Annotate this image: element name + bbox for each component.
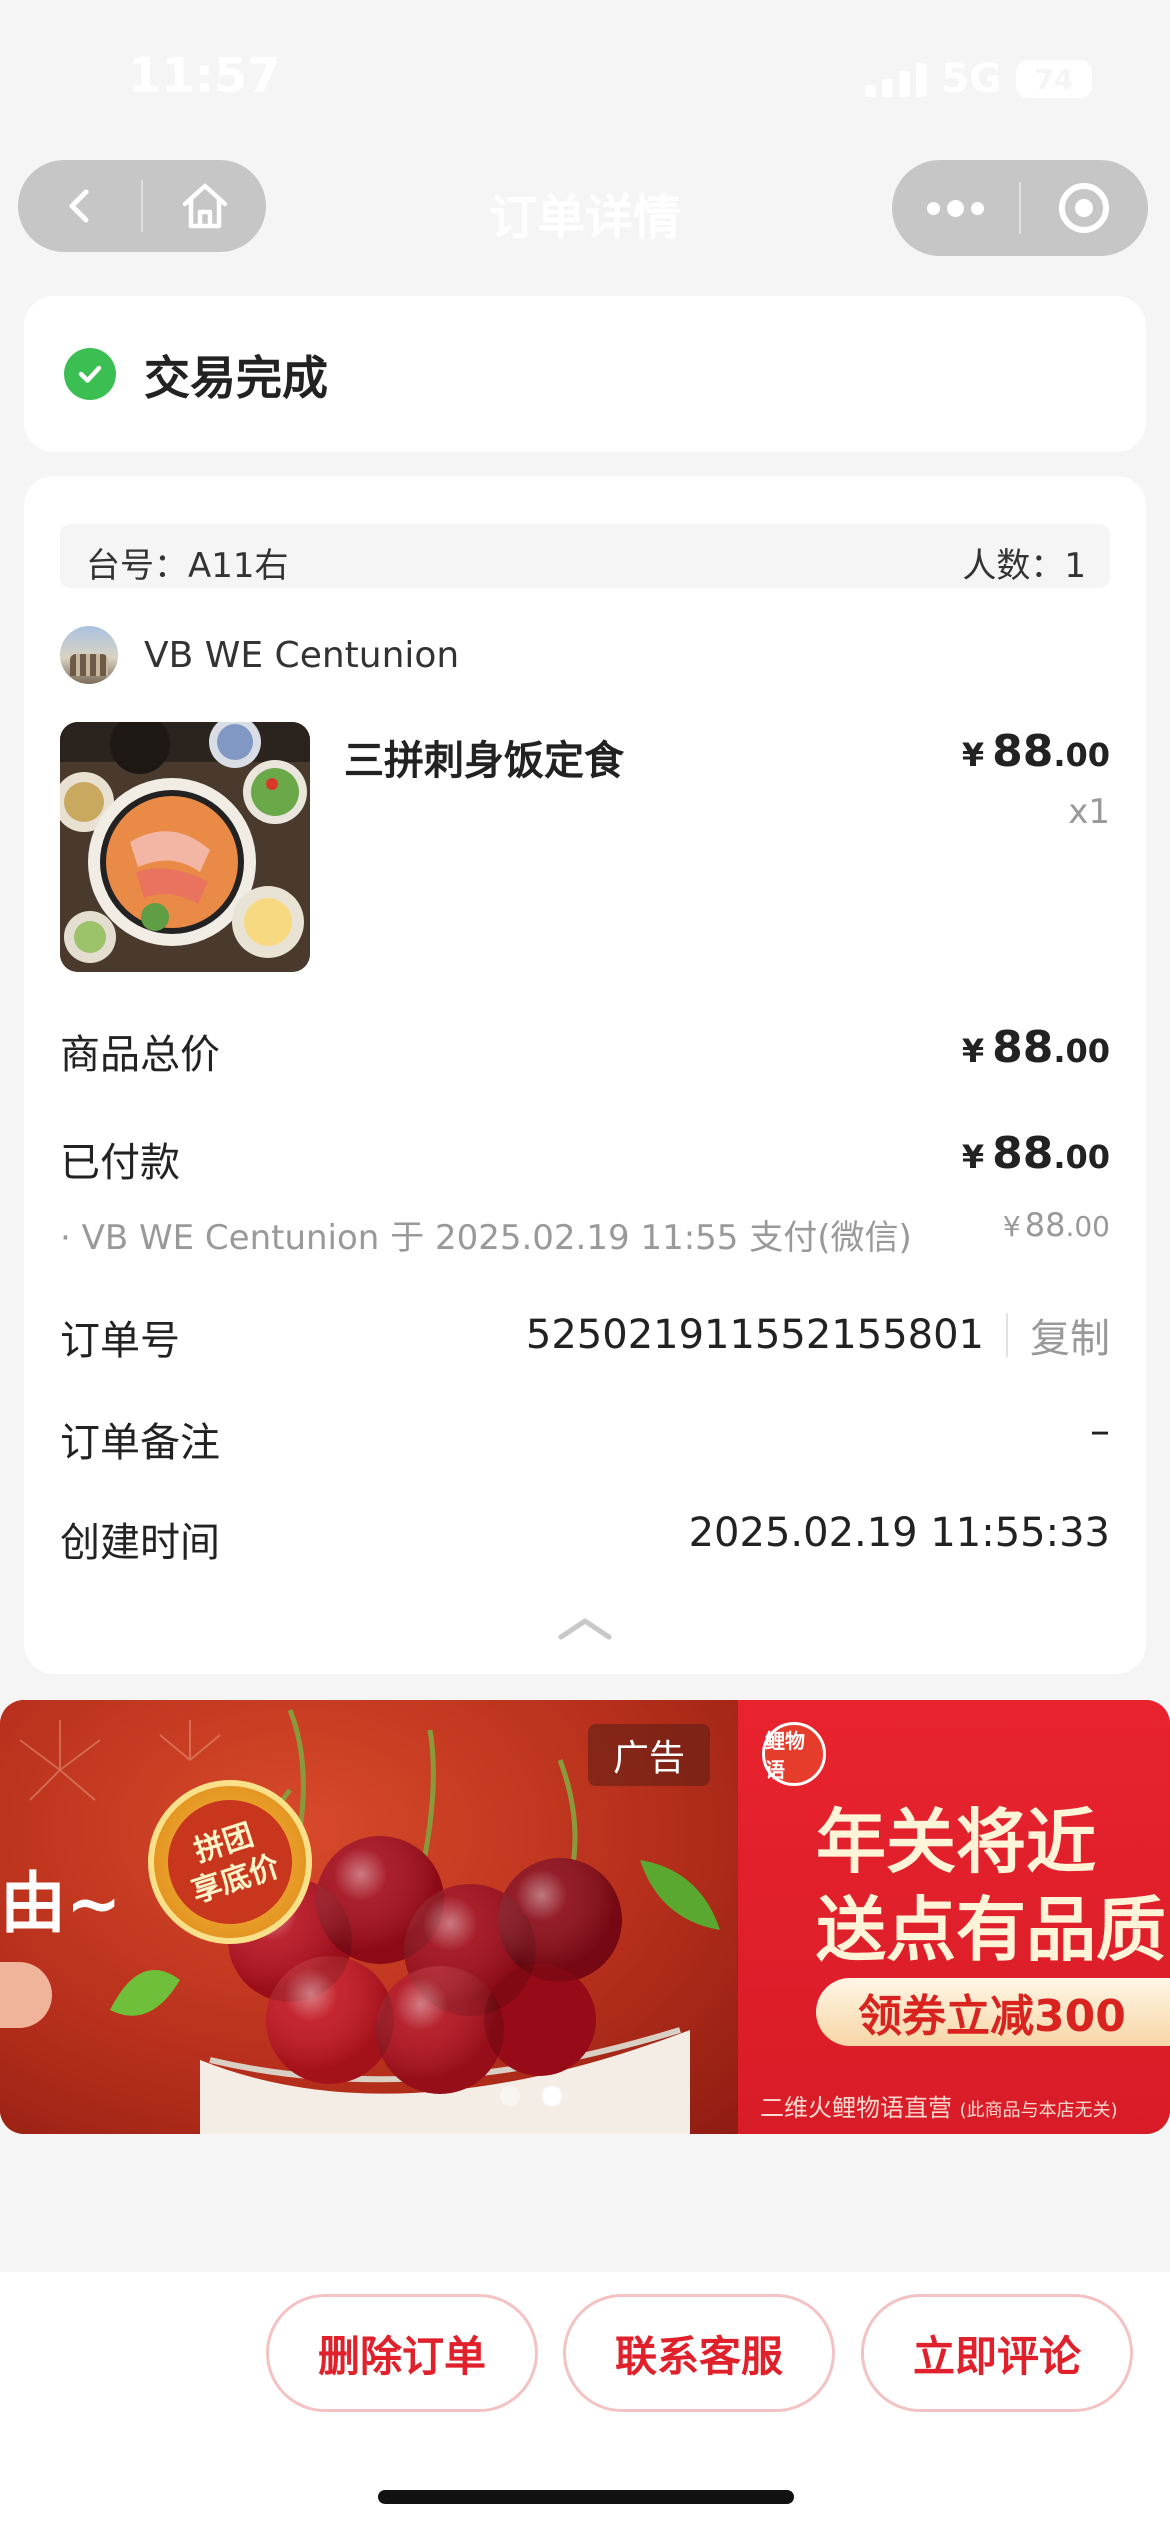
collapse-button[interactable] (555, 1608, 615, 1648)
network-label: 5G (941, 56, 1002, 102)
payment-detail: · VB WE Centunion 于 2025.02.19 11:55 支付(… (60, 1218, 912, 1258)
delete-order-button[interactable]: 删除订单 (266, 2294, 538, 2412)
currency-symbol: ¥ (961, 1138, 985, 1176)
target-icon (1059, 183, 1110, 233)
order-status-card: 交易完成 (24, 296, 1146, 452)
ad-footer: 二维火鲤物语直营 (此商品与本店无关) (760, 2088, 1118, 2123)
more-button[interactable] (892, 160, 1019, 256)
carousel-indicator (500, 2086, 562, 2106)
product-price: ¥88.00 (962, 726, 1110, 777)
people-count: 人数：1 (962, 546, 1086, 586)
close-miniprogram-button[interactable] (1021, 160, 1148, 256)
contact-service-button[interactable]: 联系客服 (563, 2294, 835, 2412)
order-remark-label: 订单备注 (60, 1420, 220, 1466)
order-status-text: 交易完成 (144, 351, 328, 405)
ad-banner[interactable]: 由~ 拼团 享底价 广告 鲤物语 年关将近 送点有品质 领券立减300 二维火鲤… (0, 1700, 1170, 2134)
shop-name: VB WE Centunion (144, 634, 460, 676)
brand-logo: 鲤物语 (762, 1722, 826, 1786)
paid-amount: ¥88.00 (962, 1128, 1110, 1179)
nav-bar: 订单详情 (0, 150, 1170, 260)
ad-slide-promo: 鲤物语 年关将近 送点有品质 领券立减300 二维火鲤物语直营 (此商品与本店无… (738, 1700, 1170, 2134)
table-info-row: 台号：A11右 人数：1 (60, 524, 1110, 588)
carousel-dot-active[interactable] (542, 2086, 562, 2106)
price-decimal: .00 (1053, 1032, 1110, 1070)
ad-left-text: 由~ (0, 1865, 122, 1942)
status-indicators: 5G 74 (865, 56, 1092, 102)
shop-avatar (60, 626, 118, 684)
ad-label: 广告 (588, 1724, 710, 1786)
product-quantity: x1 (1068, 792, 1110, 832)
ad-headline-1: 年关将近 (816, 1801, 1096, 1883)
status-bar: 11:57 5G 74 (0, 0, 1170, 150)
home-indicator (378, 2490, 794, 2504)
price-decimal: .00 (1053, 1138, 1110, 1176)
currency-symbol: ¥ (1002, 1210, 1021, 1243)
signal-icon (865, 61, 928, 97)
created-time-label: 创建时间 (60, 1520, 220, 1566)
table-number: 台号：A11右 (86, 546, 289, 586)
ad-headline-2: 送点有品质 (816, 1889, 1166, 1971)
total-price-label: 商品总价 (60, 1032, 220, 1078)
price-integer: 88 (992, 1128, 1054, 1179)
status-time: 11:57 (128, 48, 281, 104)
copy-divider (1006, 1313, 1008, 1357)
shop-row[interactable]: VB WE Centunion (60, 624, 459, 686)
food-photo (60, 722, 310, 972)
product-image[interactable] (60, 722, 310, 972)
check-circle-icon (64, 348, 116, 400)
currency-symbol: ¥ (961, 736, 985, 774)
ad-footer-text: 二维火鲤物语直营 (760, 2094, 952, 2122)
price-integer: 88 (992, 726, 1054, 777)
copy-button[interactable]: 复制 (1030, 1306, 1110, 1364)
bottom-action-bar: 删除订单 联系客服 立即评论 (0, 2272, 1170, 2532)
order-number-label: 订单号 (60, 1318, 180, 1364)
currency-symbol: ¥ (961, 1032, 985, 1070)
order-number: 525021911552155801 (525, 1312, 984, 1358)
battery-icon: 74 (1016, 60, 1092, 98)
order-remark-value: – (1090, 1408, 1110, 1454)
chevron-up-icon (558, 1618, 612, 1640)
price-integer: 88 (1024, 1206, 1066, 1244)
coupon-button[interactable]: 领券立减300 (816, 1978, 1170, 2046)
ad-footer-note: (此商品与本店无关) (959, 2100, 1118, 2121)
carousel-dot[interactable] (500, 2086, 520, 2106)
more-icon (927, 199, 984, 217)
created-time-value: 2025.02.19 11:55:33 (688, 1510, 1110, 1556)
product-name: 三拼刺身饭定食 (344, 738, 624, 784)
order-number-row: 525021911552155801 复制 (526, 1306, 1110, 1364)
price-integer: 88 (992, 1022, 1054, 1073)
nav-right-capsule (892, 160, 1148, 256)
total-price: ¥88.00 (962, 1022, 1110, 1073)
price-decimal: .00 (1053, 736, 1110, 774)
price-decimal: .00 (1065, 1210, 1110, 1243)
order-detail-card: 台号：A11右 人数：1 VB WE Centunion 三拼刺身饭定食 ¥ 8… (24, 476, 1146, 1674)
ad-slide-cherry: 由~ 拼团 享底价 广告 (0, 1700, 738, 2134)
review-button[interactable]: 立即评论 (861, 2294, 1133, 2412)
payment-detail-amount: ¥88.00 (1003, 1206, 1110, 1244)
paid-label: 已付款 (60, 1140, 180, 1186)
